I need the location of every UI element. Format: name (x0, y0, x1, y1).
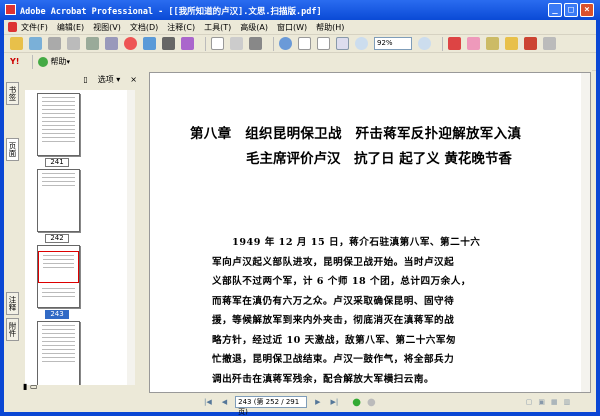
pdf-icon (8, 22, 17, 32)
thumbnail-size-icons[interactable]: ▮ ▭ (23, 382, 38, 391)
forms-icon[interactable] (543, 37, 556, 50)
tab-bookmarks[interactable]: 书签 (6, 82, 19, 105)
maximize-button[interactable]: □ (564, 3, 578, 17)
page-label[interactable]: 241 (45, 158, 69, 167)
page-thumbnail-selected[interactable] (37, 245, 80, 308)
text-line: 略方针，经过近 10 天激战，敌第八军、第二十六军匆 (212, 334, 457, 346)
save-icon[interactable] (48, 37, 61, 50)
menu-help[interactable]: 帮助(H) (316, 22, 344, 33)
yahoo-icon[interactable]: Y! (10, 57, 19, 66)
main-toolbar: 92% (4, 35, 596, 53)
page-number-input[interactable]: 243 (第 252 / 291 页) (235, 396, 308, 416)
email-icon[interactable] (143, 37, 156, 50)
menu-window[interactable]: 窗口(W) (277, 22, 307, 33)
next-page-icon[interactable]: ▶ (315, 398, 320, 406)
thumbnails-list: 241 242 243 (25, 90, 135, 385)
close-button[interactable]: × (580, 3, 594, 17)
page-label-selected[interactable]: 243 (45, 310, 69, 319)
last-page-icon[interactable]: ▶| (331, 398, 339, 406)
zoom-in-icon[interactable] (279, 37, 292, 50)
open-icon[interactable] (10, 37, 23, 50)
chapter-subtitle: 毛主席评价卢汉 抗了日 起了义 黄花晚节香 (246, 151, 512, 167)
hand-tool-icon[interactable] (211, 37, 224, 50)
review-icon[interactable] (467, 37, 480, 50)
create-pdf-icon[interactable] (86, 37, 99, 50)
pen-icon[interactable] (524, 37, 537, 50)
zoom-input[interactable]: 92% (374, 37, 412, 50)
chapter-title: 第八章 组织昆明保卫战 歼击蒋军反扑迎解放军入滇 (190, 126, 522, 142)
tab-attachments[interactable]: 附件 (6, 318, 19, 341)
status-bar: |◀ ◀ 243 (第 252 / 291 页) ▶ ▶| ● ● ▢▣▦▥ (4, 393, 592, 416)
page-thumbnail[interactable] (37, 321, 80, 385)
navigation-tabs: 书签 页面 注释 附件 (4, 70, 20, 393)
secondary-toolbar: Y! 帮助 ▾ (4, 53, 596, 71)
minimize-button[interactable]: _ (548, 3, 562, 17)
organizer-icon[interactable] (29, 37, 42, 50)
fit-page-icon[interactable] (317, 37, 330, 50)
trash-icon[interactable]: ▯ (83, 75, 87, 84)
document-scrollbar[interactable] (581, 73, 590, 392)
menu-bar: 文件(F) 编辑(E) 视图(V) 文档(D) 注释(C) 工具(T) 高级(A… (4, 20, 596, 35)
fit-width-icon[interactable] (336, 37, 349, 50)
window-title: Adobe Acrobat Professional - [[我所知道的卢汉].… (20, 7, 322, 17)
menu-edit[interactable]: 编辑(E) (57, 22, 84, 33)
select-text-icon[interactable] (230, 37, 243, 50)
go-back-icon[interactable]: ● (352, 397, 361, 408)
page-thumbnail[interactable] (37, 169, 80, 232)
snapshot-icon[interactable] (249, 37, 262, 50)
menu-document[interactable]: 文档(D) (130, 22, 158, 33)
options-button[interactable]: 选项 ▾ (98, 74, 121, 85)
find-icon[interactable] (162, 37, 175, 50)
tab-comments[interactable]: 注释 (6, 292, 19, 315)
attach-icon[interactable] (105, 37, 118, 50)
menu-tools[interactable]: 工具(T) (204, 22, 231, 33)
stamp-icon[interactable] (124, 37, 137, 50)
title-bar: Adobe Acrobat Professional - [[我所知道的卢汉].… (0, 0, 600, 20)
thumbnails-scrollbar[interactable] (127, 90, 135, 385)
text-line: 军向卢汉起义部队进攻，昆明保卫战开始。当时卢汉起 (212, 256, 455, 268)
pages-panel: ▯ 选项 ▾ × 241 242 243 ▮ ▭ (21, 70, 143, 393)
help-button[interactable]: 帮助 (50, 56, 66, 67)
go-forward-icon[interactable]: ● (367, 397, 376, 408)
text-line: 而蒋军在滇仍有六万之众。卢汉采取确保昆明、固守待 (212, 295, 455, 307)
text-line: 义部队不过两个军，计 6 个师 18 个团，总计四万余人， (212, 276, 471, 287)
text-line: 忙撤退，昆明保卫战结束。卢汉一鼓作气，将全部兵力 (212, 354, 455, 365)
text-line: 调出歼击在滇蒋军残余，配合解放大军横扫云南。 (212, 373, 435, 385)
body-paragraph: 1949 年 12 月 15 日，蒋介石驻滇第八军、第二十六 军向卢汉起义部队进… (212, 233, 502, 389)
text-line: 援，等候解放军到来内外夹击，彻底消灭在滇蒋军的战 (212, 315, 455, 326)
page-thumbnail[interactable] (37, 93, 80, 156)
create-pdf-menu-icon[interactable] (448, 37, 461, 50)
app-window: Adobe Acrobat Professional - [[我所知道的卢汉].… (0, 0, 600, 416)
print-icon[interactable] (67, 37, 80, 50)
first-page-icon[interactable]: |◀ (204, 398, 212, 406)
sign-icon[interactable] (486, 37, 499, 50)
page-layout-icons[interactable]: ▢▣▦▥ (526, 398, 576, 406)
previous-page-icon[interactable]: ◀ (222, 398, 227, 406)
menu-file[interactable]: 文件(F) (21, 22, 48, 33)
picture-icon[interactable] (181, 37, 194, 50)
page-label[interactable]: 242 (45, 234, 69, 243)
zoom-out-icon[interactable] (355, 37, 368, 50)
actual-size-icon[interactable] (298, 37, 311, 50)
document-view: 第八章 组织昆明保卫战 歼击蒋军反扑迎解放军入滇 毛主席评价卢汉 抗了日 起了义… (149, 72, 591, 393)
menu-advanced[interactable]: 高级(A) (240, 22, 268, 33)
panel-close-button[interactable]: × (130, 75, 137, 84)
zoom-in-button-icon[interactable] (418, 37, 431, 50)
tab-pages[interactable]: 页面 (6, 138, 19, 161)
acrobat-icon (5, 4, 16, 15)
text-line: 1949 年 12 月 15 日，蒋介石驻滇第八军、第二十六 (212, 237, 481, 248)
menu-view[interactable]: 视图(V) (93, 22, 121, 33)
help-icon (38, 56, 49, 67)
secure-icon[interactable] (505, 37, 518, 50)
menu-comments[interactable]: 注释(C) (167, 22, 195, 33)
